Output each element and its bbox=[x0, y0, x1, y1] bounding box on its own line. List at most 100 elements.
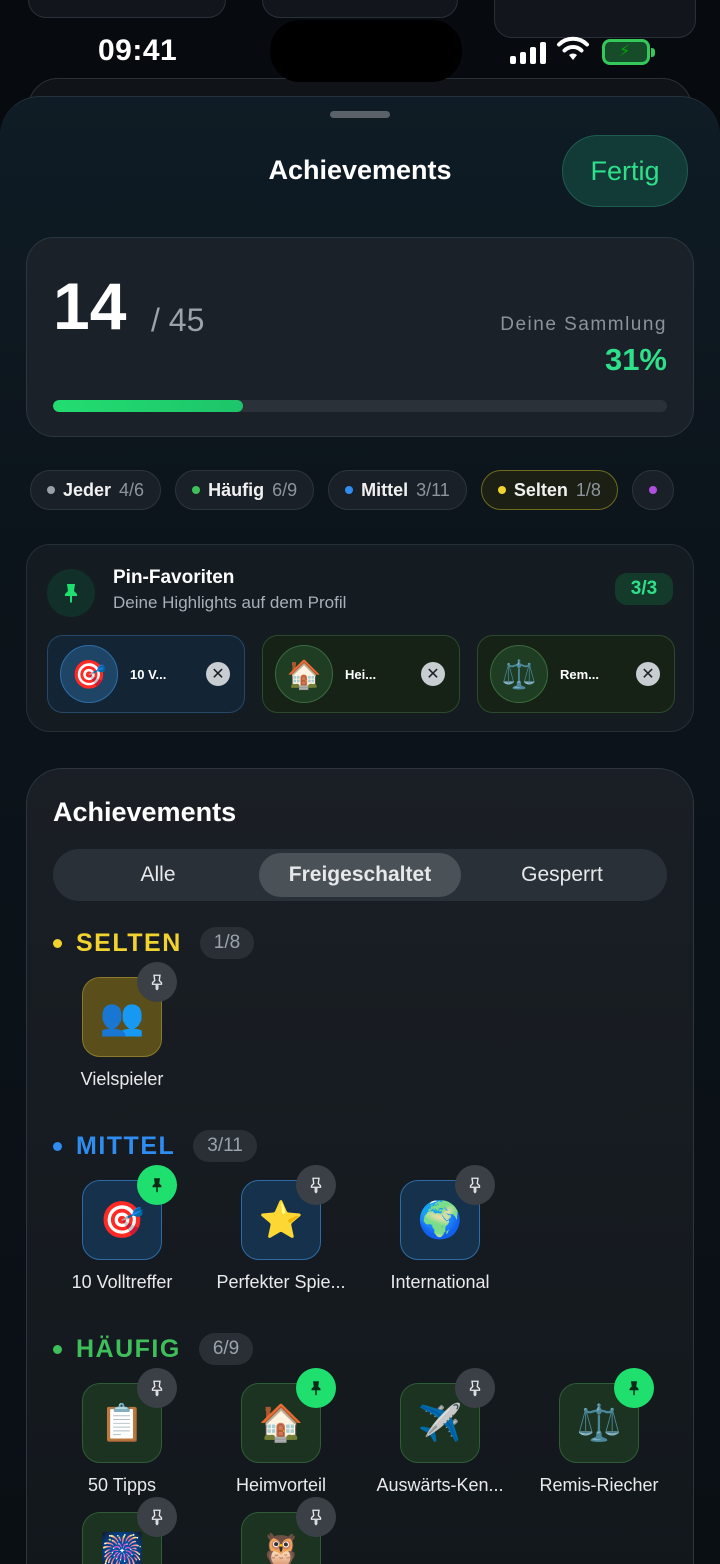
done-button[interactable]: Fertig bbox=[562, 135, 688, 207]
status-bar: 09:41 ⚡ bbox=[0, 0, 720, 100]
pin-toggle-icon[interactable] bbox=[455, 1368, 495, 1408]
unpin-close-icon[interactable]: ✕ bbox=[421, 662, 445, 686]
achievement-tile[interactable]: 🎯 10 Volltreffer bbox=[47, 1165, 197, 1293]
pinned-achievement-slot[interactable]: 🏠 Hei... ✕ bbox=[262, 635, 460, 713]
achievements-title: Achievements bbox=[53, 797, 237, 827]
dart-target-icon: 🎯 bbox=[60, 645, 118, 703]
chip-label: Selten bbox=[513, 479, 568, 500]
unlocked-count: 14 bbox=[53, 269, 127, 343]
rarity-dot bbox=[47, 486, 55, 494]
chip-label: Mittel bbox=[361, 479, 409, 500]
progress-fill bbox=[53, 400, 244, 412]
clipboard-icon: 📋 bbox=[82, 1368, 177, 1463]
segment-freigeschaltet[interactable]: Freigeschaltet bbox=[259, 853, 461, 897]
house-icon: 🏠 bbox=[275, 645, 333, 703]
rarity-section-count: 1/8 bbox=[199, 927, 255, 959]
pin-toggle-icon[interactable] bbox=[296, 1368, 336, 1408]
rarity-chip-mittel[interactable]: Mittel 3/11 bbox=[328, 470, 467, 510]
rarity-section-count: 6/9 bbox=[198, 1333, 254, 1365]
achievement-tile[interactable]: ✈️ Auswärts-Ken... bbox=[365, 1368, 515, 1496]
rarity-chip-jeder[interactable]: Jeder 4/6 bbox=[30, 470, 162, 510]
rarity-dot bbox=[53, 938, 62, 948]
pin-icon bbox=[47, 569, 95, 617]
rarity-section-title: HÄUFIG bbox=[76, 1334, 181, 1363]
achievement-name: 10 Volltreffer bbox=[71, 1272, 173, 1292]
rarity-dot bbox=[53, 1141, 62, 1151]
rarity-section-header: SELTEN 1/8 bbox=[53, 927, 255, 959]
rarity-chip-more[interactable] bbox=[631, 470, 674, 510]
owl-icon: 🦉 bbox=[241, 1497, 336, 1564]
battery-icon: ⚡ bbox=[602, 39, 655, 65]
star-icon: ⭐ bbox=[241, 1165, 336, 1260]
rarity-chip-selten[interactable]: Selten 1/8 bbox=[480, 470, 618, 510]
signal-icon bbox=[510, 40, 546, 64]
rarity-filter-chips: Jeder 4/6 Häufig 6/9 Mittel 3/11 Selten 1/8 bbox=[30, 470, 720, 512]
achievement-name: International bbox=[390, 1272, 490, 1292]
pin-toggle-icon[interactable] bbox=[296, 1165, 336, 1205]
rarity-dot bbox=[192, 486, 201, 494]
collection-label: Deine Sammlung bbox=[500, 314, 667, 335]
chip-count: 1/8 bbox=[575, 479, 601, 500]
achievement-name: Vielspieler bbox=[80, 1069, 164, 1089]
achievement-filter-segmented-control: Alle Freigeschaltet Gesperrt bbox=[53, 849, 667, 901]
chip-label: Jeder bbox=[63, 479, 112, 500]
rarity-dot bbox=[648, 486, 657, 494]
house-icon: 🏠 bbox=[241, 1368, 336, 1463]
achievement-name: Perfekter Spie... bbox=[216, 1272, 346, 1292]
pin-favorites-subtitle: Deine Highlights auf dem Profil bbox=[113, 593, 347, 612]
pinned-achievement-name: Rem... bbox=[560, 666, 600, 682]
pin-toggle-icon[interactable] bbox=[614, 1368, 654, 1408]
rarity-chip-häufig[interactable]: Häufig 6/9 bbox=[175, 470, 315, 510]
achievement-name: Heimvorteil bbox=[235, 1475, 327, 1495]
achievement-name: Remis-Riecher bbox=[539, 1475, 659, 1495]
chip-label: Häufig bbox=[208, 479, 265, 500]
rarity-section-header: MITTEL 3/11 bbox=[53, 1130, 257, 1162]
collection-progress-bar bbox=[53, 400, 667, 412]
segment-alle[interactable]: Alle bbox=[57, 853, 259, 897]
achievement-tile[interactable]: ⭐ Perfekter Spie... bbox=[206, 1165, 356, 1293]
scales-icon: ⚖️ bbox=[490, 645, 548, 703]
achievement-tile[interactable]: 🌍 International bbox=[365, 1165, 515, 1293]
achievement-tile[interactable]: 👥 Vielspieler bbox=[47, 962, 197, 1090]
rarity-dot bbox=[53, 1344, 62, 1354]
rarity-section-title: MITTEL bbox=[76, 1131, 176, 1160]
pin-favorites-title: Pin-Favoriten bbox=[113, 567, 235, 588]
achievement-tile[interactable]: 📋 50 Tipps bbox=[47, 1368, 197, 1496]
status-time: 09:41 bbox=[98, 34, 178, 67]
total-count: / 45 bbox=[151, 302, 205, 338]
rarity-section-count: 3/11 bbox=[193, 1130, 257, 1162]
collection-percent: 31% bbox=[604, 342, 667, 377]
pin-toggle-icon[interactable] bbox=[137, 1165, 177, 1205]
wifi-icon bbox=[557, 36, 589, 60]
achievement-tile[interactable]: ⚖️ Remis-Riecher bbox=[524, 1368, 674, 1496]
fireworks-icon: 🎆 bbox=[82, 1497, 177, 1564]
pin-toggle-icon[interactable] bbox=[455, 1165, 495, 1205]
unpin-close-icon[interactable]: ✕ bbox=[636, 662, 660, 686]
achievement-tile[interactable]: 🏠 Heimvorteil bbox=[206, 1368, 356, 1496]
progress-summary-card: 14 / 45 Deine Sammlung 31% bbox=[26, 237, 694, 437]
rarity-section-header: HÄUFIG 6/9 bbox=[53, 1333, 254, 1365]
pinned-achievement-slot[interactable]: ⚖️ Rem... ✕ bbox=[477, 635, 675, 713]
dart-target-icon: 🎯 bbox=[82, 1165, 177, 1260]
pin-toggle-icon[interactable] bbox=[137, 962, 177, 1002]
achievements-panel: Achievements Alle Freigeschaltet Gesperrt … bbox=[26, 768, 694, 1564]
pin-toggle-icon[interactable] bbox=[296, 1497, 336, 1537]
pin-toggle-icon[interactable] bbox=[137, 1368, 177, 1408]
segment-gesperrt[interactable]: Gesperrt bbox=[461, 853, 663, 897]
people-icon: 👥 bbox=[82, 962, 177, 1057]
pinned-achievement-name: 10 V... bbox=[130, 666, 167, 682]
scales-icon: ⚖️ bbox=[559, 1368, 654, 1463]
achievement-tile[interactable]: 🦉 bbox=[206, 1497, 356, 1564]
pin-favorites-card: Pin-Favoriten Deine Highlights auf dem P… bbox=[26, 544, 694, 732]
rarity-dot bbox=[345, 486, 354, 494]
airplane-icon: ✈️ bbox=[400, 1368, 495, 1463]
pinned-achievement-slot[interactable]: 🎯 10 V... ✕ bbox=[47, 635, 245, 713]
chip-count: 6/9 bbox=[272, 479, 298, 500]
achievement-name: Auswärts-Ken... bbox=[376, 1475, 504, 1495]
globe-icon: 🌍 bbox=[400, 1165, 495, 1260]
chip-count: 4/6 bbox=[119, 479, 145, 500]
unpin-close-icon[interactable]: ✕ bbox=[206, 662, 230, 686]
pin-toggle-icon[interactable] bbox=[137, 1497, 177, 1537]
sheet-grabber[interactable] bbox=[330, 111, 390, 118]
achievement-tile[interactable]: 🎆 bbox=[47, 1497, 197, 1564]
